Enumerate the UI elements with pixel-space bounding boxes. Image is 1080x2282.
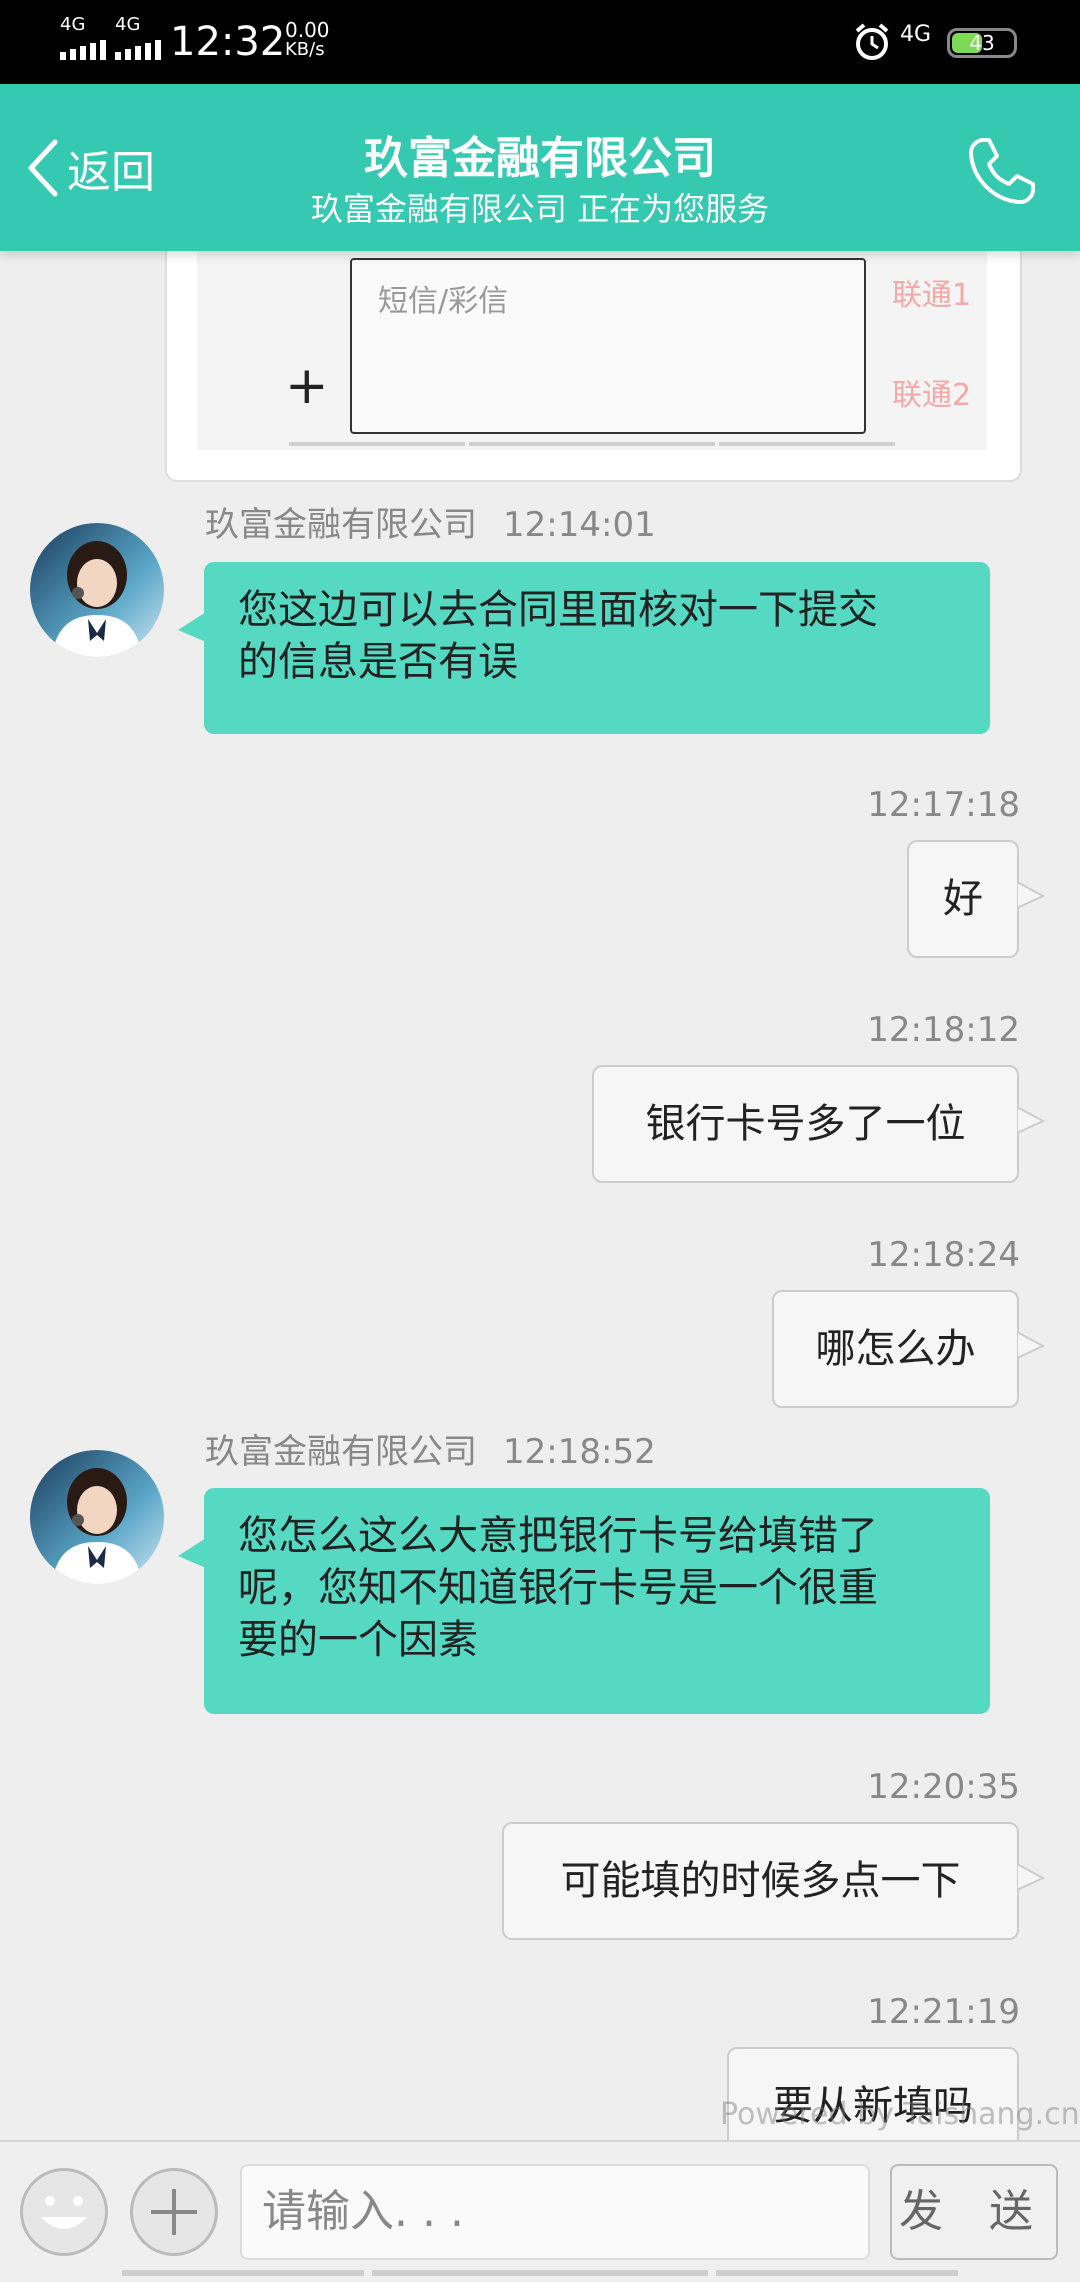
- message-text: 好: [943, 876, 983, 922]
- agent-avatar-image: [30, 523, 164, 657]
- message-time: 12:17:18: [867, 785, 1020, 825]
- sender-name: 玖富金融有限公司: [205, 1432, 477, 1472]
- nav-indicator: [122, 2270, 364, 2276]
- message-time: 12:14:01: [503, 505, 656, 545]
- divider: [289, 442, 465, 446]
- emoji-button[interactable]: [20, 2168, 108, 2256]
- bubble-tail: [178, 1538, 206, 1568]
- sms-compose-card: + 短信/彩信 联通1 联通2: [165, 240, 1022, 482]
- message-text-line: 您这边可以去合同里面核对一下提交: [238, 587, 878, 633]
- outgoing-message[interactable]: 哪怎么办: [772, 1290, 1019, 1408]
- message-time: 12:20:35: [867, 1767, 1020, 1807]
- bubble-tail: [178, 612, 206, 642]
- message-text-line: 的信息是否有误: [238, 639, 518, 685]
- chat-header: 返回 玖富金融有限公司 玖富金融有限公司 正在为您服务: [0, 84, 1080, 251]
- message-meta: 玖富金融有限公司 12:14:01: [205, 505, 656, 545]
- send-button[interactable]: 发 送: [890, 2164, 1058, 2260]
- agent-avatar-image: [30, 1450, 164, 1584]
- watermark: Powered by Taishang.cn: [720, 2097, 1080, 2132]
- sms-text-field[interactable]: 短信/彩信: [350, 258, 866, 434]
- message-text: 可能填的时候多点一下: [560, 1858, 961, 1904]
- incoming-message[interactable]: 您这边可以去合同里面核对一下提交 的信息是否有误: [204, 562, 990, 734]
- battery-level: 43: [969, 31, 995, 55]
- more-options-button[interactable]: [130, 2168, 218, 2256]
- sender-name: 玖富金融有限公司: [205, 505, 477, 545]
- divider: [469, 442, 715, 446]
- signal-2-icon: [115, 40, 161, 60]
- network-speed-value: 0.00: [285, 18, 330, 42]
- input-bar: 请输入. . . 发 送: [0, 2140, 1080, 2282]
- clock: 12:32: [170, 19, 286, 65]
- bubble-tail: [1017, 1862, 1045, 1892]
- message-text: 银行卡号多了一位: [645, 1101, 966, 1147]
- message-text-line: 呢，您知不知道银行卡号是一个很重: [238, 1565, 878, 1611]
- divider: [719, 442, 895, 446]
- battery-icon: 43: [947, 28, 1017, 58]
- network-speed: 0.00 KB/s: [285, 20, 330, 60]
- bubble-tail: [1017, 1330, 1045, 1360]
- nav-indicator: [372, 2270, 708, 2276]
- sms-placeholder: 短信/彩信: [378, 284, 509, 319]
- status-bar: 4G 4G 12:32 0.00 KB/s 4G 43: [0, 0, 1080, 84]
- incoming-message[interactable]: 您怎么这么大意把银行卡号给填错了 呢，您知不知道银行卡号是一个很重 要的一个因素: [204, 1488, 990, 1714]
- add-attachment-button[interactable]: +: [285, 360, 329, 412]
- agent-avatar[interactable]: [30, 523, 164, 657]
- sms-compose-area: + 短信/彩信 联通1 联通2: [197, 240, 987, 450]
- signal-1-icon: [60, 40, 106, 60]
- sim2-send-button[interactable]: 联通2: [892, 370, 971, 414]
- message-input[interactable]: 请输入. . .: [240, 2164, 870, 2260]
- plus-icon: [151, 2189, 197, 2235]
- message-time: 12:18:12: [867, 1010, 1020, 1050]
- message-text-line: 要的一个因素: [238, 1617, 478, 1663]
- alarm-icon: [855, 23, 889, 60]
- message-meta: 玖富金融有限公司 12:18:52: [205, 1432, 656, 1472]
- agent-avatar[interactable]: [30, 1450, 164, 1584]
- nav-indicator: [716, 2270, 958, 2276]
- bubble-tail: [1017, 1105, 1045, 1135]
- page-subtitle: 玖富金融有限公司 正在为您服务: [310, 190, 770, 228]
- network-type-1: 4G: [60, 14, 86, 35]
- phone-call-button[interactable]: [965, 134, 1039, 208]
- outgoing-message[interactable]: 银行卡号多了一位: [592, 1065, 1019, 1183]
- page-title: 玖富金融有限公司: [364, 133, 716, 184]
- message-time: 12:18:24: [867, 1235, 1020, 1275]
- network-type-2: 4G: [115, 14, 141, 35]
- message-text-line: 您怎么这么大意把银行卡号给填错了: [238, 1513, 878, 1559]
- message-text: 哪怎么办: [815, 1326, 976, 1372]
- message-time: 12:18:52: [503, 1432, 656, 1472]
- message-time: 12:21:19: [867, 1992, 1020, 2032]
- bubble-tail: [1017, 880, 1045, 910]
- sim1-send-button[interactable]: 联通1: [892, 270, 971, 314]
- network-type-right: 4G: [900, 22, 932, 47]
- smiley-icon: [41, 2196, 87, 2229]
- outgoing-message[interactable]: 可能填的时候多点一下: [502, 1822, 1019, 1940]
- network-speed-unit: KB/s: [285, 39, 325, 60]
- outgoing-message[interactable]: 好: [907, 840, 1019, 958]
